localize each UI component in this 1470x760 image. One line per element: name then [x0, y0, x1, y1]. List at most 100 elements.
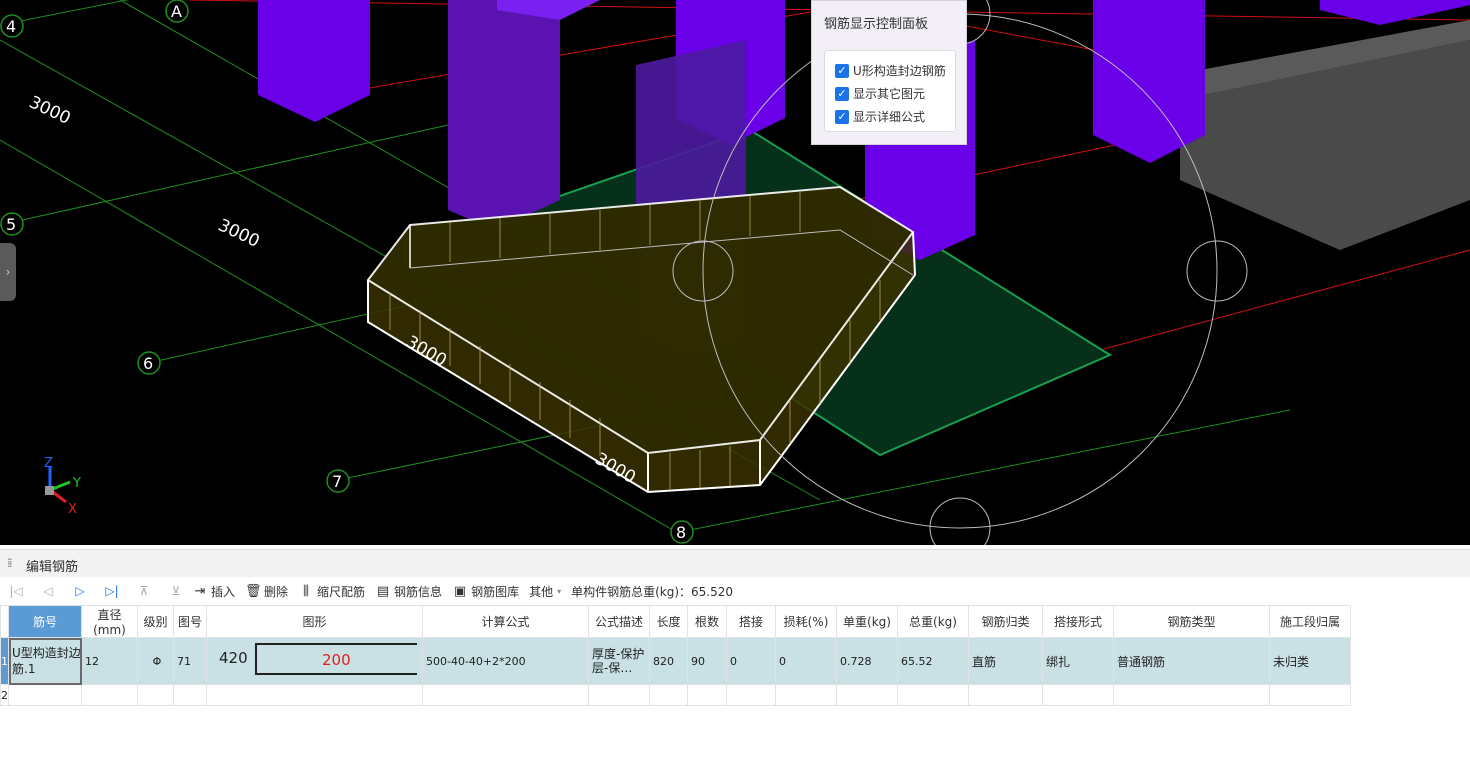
rebar-library-label: 钢筋图库 [471, 584, 520, 599]
axis-6-label: 6 [143, 354, 153, 373]
row-number[interactable]: 2 [0, 684, 9, 706]
trash-icon: 🗑 [245, 583, 262, 599]
option-show-other-elements[interactable]: ✓ 显示其它图元 [835, 82, 955, 105]
loss-cell[interactable]: 0 [775, 637, 837, 685]
axis-a-label: A [171, 2, 182, 21]
option-label: 显示详细公式 [853, 110, 926, 124]
viewport-canvas[interactable]: A 4 5 6 7 8 3000 3000 3000 3000 Z Y X [0, 0, 1470, 545]
total-weight-cell[interactable]: 65.52 [897, 637, 969, 685]
rebar-type-cell[interactable]: 普通钢筋 [1113, 637, 1270, 685]
axis-5-label: 5 [6, 215, 16, 234]
drag-grip-icon[interactable]: ⁞⁞ [7, 556, 12, 570]
shape-cell[interactable]: 420 200 [206, 637, 423, 685]
segment-cell[interactable]: 未归类 [1269, 637, 1351, 685]
row-number-header [0, 605, 9, 638]
table-row[interactable]: 1 U型构造封边筋.1 12 Φ 71 420 200 500-40-40+2*… [0, 637, 1351, 685]
rebar-info-button[interactable]: ▤ 钢筋信息 [375, 580, 442, 602]
shape-no-cell[interactable]: 71 [173, 637, 207, 685]
delete-button[interactable]: 🗑 删除 [245, 580, 288, 602]
control-panel-title: 钢筋显示控制面板 [824, 17, 929, 32]
formula-desc-cell[interactable]: 厚度-保护层-保… [588, 637, 650, 685]
column-header[interactable]: 长度 [649, 605, 688, 638]
first-record-icon[interactable]: |◁ [0, 580, 32, 602]
checkbox-checked-icon[interactable]: ✓ [835, 86, 849, 101]
length-cell[interactable]: 820 [649, 637, 688, 685]
diameter-cell[interactable]: 12 [81, 637, 138, 685]
last-record-icon[interactable]: ▷| [96, 580, 128, 602]
insert-label: 插入 [211, 584, 236, 599]
rebar-info-label: 钢筋信息 [394, 584, 443, 599]
axis-x-label: X [68, 502, 77, 517]
rebar-library-button[interactable]: ▣ 钢筋图库 [452, 580, 519, 602]
formula-cell[interactable]: 500-40-40+2*200 [422, 637, 589, 685]
shape-dim-mid[interactable]: 200 [322, 651, 351, 669]
u-footing[interactable] [366, 185, 917, 494]
count-cell[interactable]: 90 [687, 637, 727, 685]
dimension-label: 3000 [26, 92, 74, 128]
column-header[interactable]: 钢筋类型 [1113, 605, 1270, 638]
other-dropdown[interactable]: 其他 ▾ [529, 580, 561, 602]
rebar-table: 筋号 直径(mm) 级别 图号 图形 计算公式 公式描述 长度 根数 搭接 损耗… [0, 605, 1351, 706]
chevron-right-icon: › [5, 265, 11, 279]
scale-rebar-button[interactable]: ⫼ 缩尺配筋 [298, 580, 365, 602]
axis-z-label: Z [44, 456, 53, 471]
column-header[interactable]: 搭接 [726, 605, 776, 638]
column-header[interactable]: 根数 [687, 605, 727, 638]
table-header-row: 筋号 直径(mm) 级别 图号 图形 计算公式 公式描述 长度 根数 搭接 损耗… [0, 605, 1351, 638]
column-header[interactable]: 直径(mm) [81, 605, 138, 638]
rebar-toolbar: |◁ ◁ ▷ ▷| ⊼ ⊻ ⇥ 插入 🗑 删除 ⫼ 缩尺配筋 ▤ 钢筋信息 ▣ 钢筋图库 … [0, 578, 1470, 604]
column-header[interactable]: 公式描述 [588, 605, 650, 638]
axes-triad: Z Y X [44, 456, 81, 517]
dropdown-arrow-icon: ▾ [557, 586, 562, 596]
unit-weight-cell[interactable]: 0.728 [836, 637, 898, 685]
move-up-icon[interactable]: ⊼ [128, 580, 160, 602]
column-header[interactable]: 图号 [173, 605, 207, 638]
axis-7-label: 7 [332, 472, 342, 491]
edit-rebar-panel-header: ⁞⁞ 编辑钢筋 [0, 549, 1470, 577]
option-label: U形构造封边钢筋 [853, 64, 946, 78]
option-label: 显示其它图元 [853, 87, 926, 101]
axis-4-label: 4 [6, 17, 16, 36]
previous-record-icon[interactable]: ◁ [32, 580, 64, 602]
shape-dim-left[interactable]: 420 [219, 649, 248, 667]
rebar-display-control-panel: 钢筋显示控制面板 ✓ U形构造封边钢筋 ✓ 显示其它图元 ✓ 显示详细公式 [811, 0, 967, 145]
insert-button[interactable]: ⇥ 插入 [192, 580, 235, 602]
dimension-label: 3000 [215, 215, 263, 251]
checkbox-checked-icon[interactable]: ✓ [835, 109, 849, 124]
grade-cell[interactable]: Φ [137, 637, 174, 685]
column-header[interactable]: 图形 [206, 605, 423, 638]
delete-label: 删除 [264, 584, 289, 599]
info-list-icon: ▤ [376, 583, 390, 599]
image-library-icon: ▣ [453, 583, 467, 599]
move-down-icon[interactable]: ⊻ [160, 580, 192, 602]
3d-viewport[interactable]: A 4 5 6 7 8 3000 3000 3000 3000 Z Y X › … [0, 0, 1470, 545]
other-label: 其他 [529, 584, 554, 599]
option-show-detailed-formula[interactable]: ✓ 显示详细公式 [835, 105, 955, 128]
checkbox-checked-icon[interactable]: ✓ [835, 63, 849, 78]
panel-title: 编辑钢筋 [26, 560, 79, 575]
column-header[interactable]: 总重(kg) [897, 605, 969, 638]
option-u-edge-rebar[interactable]: ✓ U形构造封边钢筋 [835, 59, 955, 82]
column-header[interactable]: 单重(kg) [836, 605, 898, 638]
axis-8-label: 8 [676, 523, 686, 542]
lap-type-cell[interactable]: 绑扎 [1042, 637, 1114, 685]
column-header[interactable]: 施工段归属 [1269, 605, 1351, 638]
table-row[interactable]: 2 [0, 684, 1351, 706]
row-number[interactable]: 1 [0, 637, 9, 685]
column-header[interactable]: 级别 [137, 605, 174, 638]
side-expand-tab[interactable]: › [0, 243, 16, 301]
insert-icon: ⇥ [194, 583, 206, 599]
column-header[interactable]: 损耗(%) [775, 605, 837, 638]
next-record-icon[interactable]: ▷ [64, 580, 96, 602]
column-header[interactable]: 筋号 [8, 605, 82, 638]
total-weight-readout: 单构件钢筋总重(kg)：65.520 [571, 584, 734, 599]
column-header[interactable]: 钢筋归类 [968, 605, 1043, 638]
bar-no-cell[interactable]: U型构造封边筋.1 [8, 637, 82, 685]
scale-chart-icon: ⫼ [303, 583, 310, 599]
axis-y-label: Y [72, 476, 81, 491]
lap-cell[interactable]: 0 [726, 637, 776, 685]
control-panel-options: ✓ U形构造封边钢筋 ✓ 显示其它图元 ✓ 显示详细公式 [824, 50, 956, 132]
category-cell[interactable]: 直筋 [968, 637, 1043, 685]
column-header[interactable]: 搭接形式 [1042, 605, 1114, 638]
column-header[interactable]: 计算公式 [422, 605, 589, 638]
